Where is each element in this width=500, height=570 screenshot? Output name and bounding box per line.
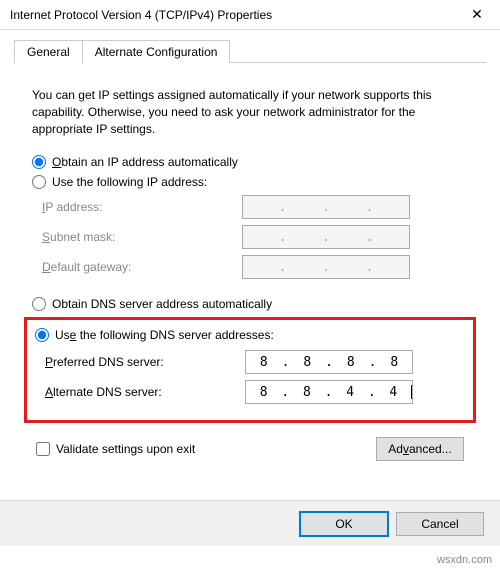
dns-fields-group: Preferred DNS server: 8. 8. 8. 8 Alterna… (45, 350, 465, 404)
radio-obtain-dns-auto-input[interactable] (32, 297, 46, 311)
description-text: You can get IP settings assigned automat… (32, 87, 468, 137)
close-icon: ✕ (471, 6, 483, 23)
label-ip-address: IP address: (42, 200, 242, 214)
watermark-text: wsxdn.com (437, 554, 492, 566)
window-title: Internet Protocol Version 4 (TCP/IPv4) P… (10, 8, 454, 22)
ip-fields-group: IP address: ... Subnet mask: ... Default… (42, 195, 468, 279)
tab-general[interactable]: General (14, 40, 83, 64)
row-default-gateway: Default gateway: ... (42, 255, 468, 279)
radio-use-ip-manual-label: Use the following IP address: (52, 175, 207, 189)
row-ip-address: IP address: ... (42, 195, 468, 219)
checkbox-validate-on-exit-input[interactable] (36, 442, 50, 456)
tabstrip: General Alternate Configuration (0, 30, 500, 63)
radio-obtain-ip-auto-label: Obtain an IP address automatically (52, 155, 238, 169)
input-ip-address: ... (242, 195, 410, 219)
checkbox-validate-on-exit[interactable]: Validate settings upon exit (36, 442, 195, 456)
label-preferred-dns: Preferred DNS server: (45, 355, 245, 369)
row-preferred-dns: Preferred DNS server: 8. 8. 8. 8 (45, 350, 465, 374)
titlebar: Internet Protocol Version 4 (TCP/IPv4) P… (0, 0, 500, 30)
row-subnet-mask: Subnet mask: ... (42, 225, 468, 249)
dialog-footer: OK Cancel (0, 500, 500, 546)
highlight-box: Use the following DNS server addresses: … (24, 317, 476, 423)
radio-use-dns-manual-label: Use the following DNS server addresses: (55, 328, 274, 342)
label-default-gateway: Default gateway: (42, 260, 242, 274)
radio-use-ip-manual[interactable]: Use the following IP address: (32, 175, 468, 189)
radio-obtain-dns-auto[interactable]: Obtain DNS server address automatically (32, 297, 468, 311)
advanced-button[interactable]: Advanced... (376, 437, 464, 461)
ok-button[interactable]: OK (300, 512, 388, 536)
radio-obtain-ip-auto-input[interactable] (32, 155, 46, 169)
label-alternate-dns: Alternate DNS server: (45, 385, 245, 399)
text-caret (411, 385, 412, 399)
label-subnet-mask: Subnet mask: (42, 230, 242, 244)
radio-obtain-dns-auto-label: Obtain DNS server address automatically (52, 297, 272, 311)
checkbox-validate-on-exit-label: Validate settings upon exit (56, 442, 195, 456)
input-alternate-dns[interactable]: 8. 8. 4. 4 (245, 380, 413, 404)
bottom-options-row: Validate settings upon exit Advanced... (36, 437, 464, 461)
cancel-button[interactable]: Cancel (396, 512, 484, 536)
tab-panel-general: You can get IP settings assigned automat… (16, 73, 484, 461)
radio-use-ip-manual-input[interactable] (32, 175, 46, 189)
input-subnet-mask: ... (242, 225, 410, 249)
close-button[interactable]: ✕ (454, 0, 500, 30)
row-alternate-dns: Alternate DNS server: 8. 8. 4. 4 (45, 380, 465, 404)
radio-obtain-ip-auto[interactable]: Obtain an IP address automatically (32, 155, 468, 169)
radio-use-dns-manual[interactable]: Use the following DNS server addresses: (35, 328, 465, 342)
input-default-gateway: ... (242, 255, 410, 279)
tab-alternate-configuration[interactable]: Alternate Configuration (83, 40, 231, 63)
input-preferred-dns[interactable]: 8. 8. 8. 8 (245, 350, 413, 374)
radio-use-dns-manual-input[interactable] (35, 328, 49, 342)
